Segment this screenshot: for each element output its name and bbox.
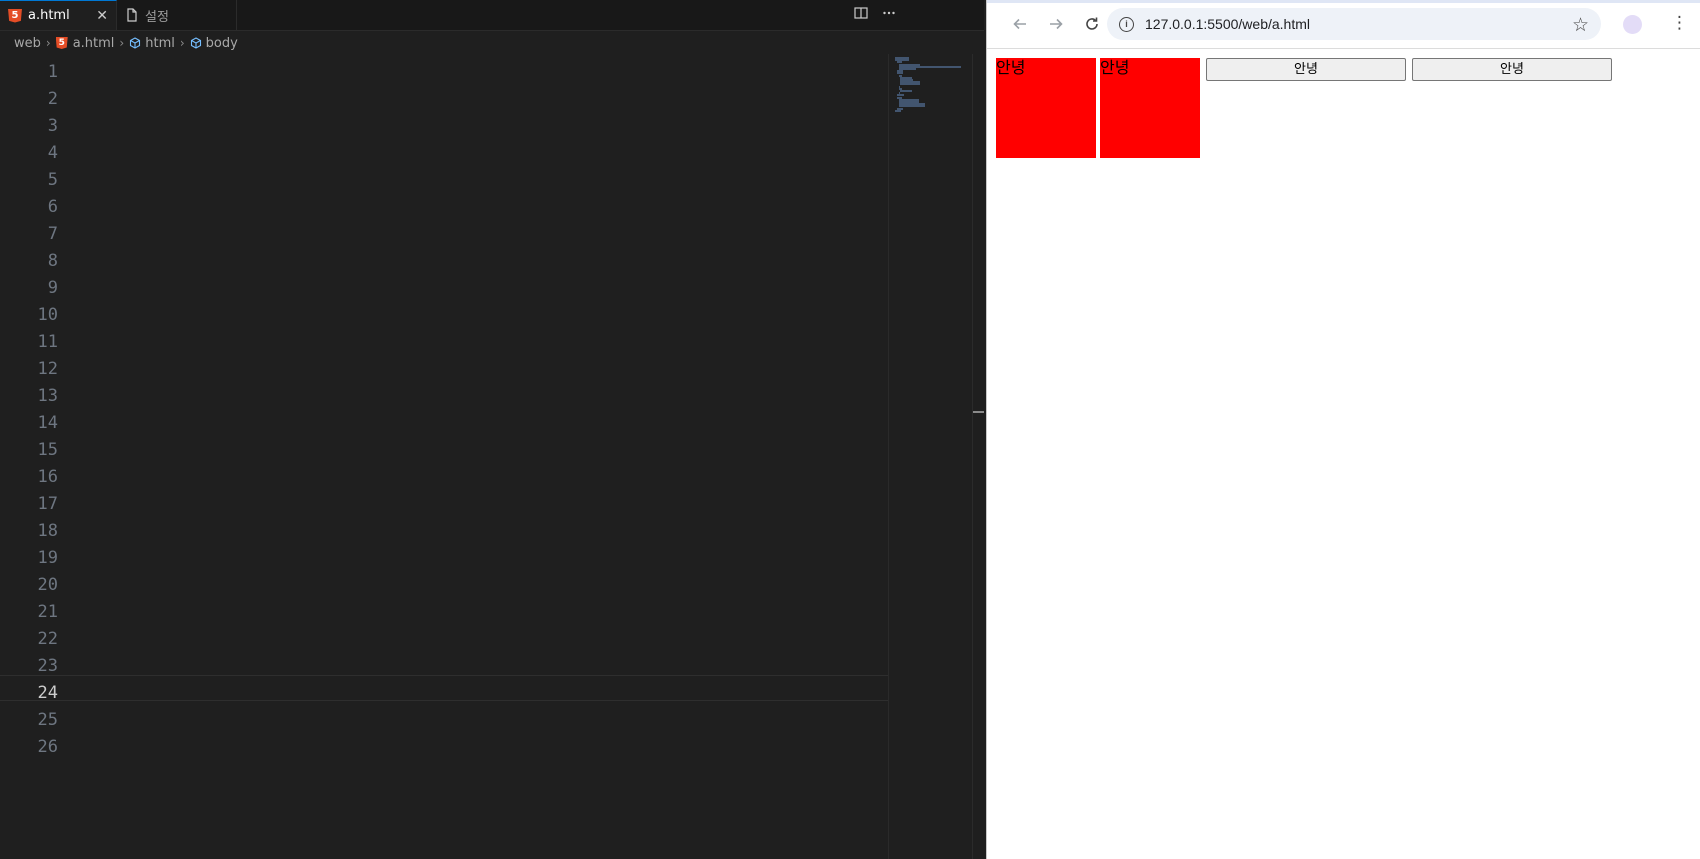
minimap[interactable] [888,54,973,859]
breadcrumb-item-web[interactable]: web [14,36,41,51]
more-actions-icon[interactable] [882,6,896,24]
chevron-right-icon: › [179,36,185,50]
profile-avatar-icon[interactable] [1623,15,1642,34]
page-button-2[interactable]: 안녕 [1412,58,1612,81]
breadcrumb-item-body[interactable]: body [190,36,238,51]
browser-toolbar: i 127.0.0.1:5500/web/a.html ☆ ⋮ [987,0,1700,49]
line-number: 1 [47,62,58,82]
html5-file-icon: 5 [8,8,22,23]
line-number: 16 [37,467,58,487]
line-number: 25 [37,710,58,730]
line-number: 21 [37,602,58,622]
line-number: 3 [47,116,58,136]
chevron-right-icon: › [119,36,125,50]
page-viewport: 안녕 안녕 안녕 안녕 [987,49,1700,859]
close-tab-icon[interactable]: ✕ [96,8,108,24]
line-number: 26 [37,737,58,757]
line-number: 2 [47,89,58,109]
line-number: 8 [47,251,58,271]
file-icon [125,8,139,22]
line-number: 23 [37,656,58,676]
minimap-line [900,90,913,92]
vertical-scrollbar[interactable] [972,54,984,859]
back-arrow-icon[interactable] [1009,13,1031,35]
html5-file-icon: 5 [55,37,68,49]
browser-window: i 127.0.0.1:5500/web/a.html ☆ ⋮ 안녕 안녕 안녕… [986,0,1700,859]
tab-settings[interactable]: 설정 [117,0,237,30]
line-number: 17 [37,494,58,514]
breadcrumb-item-html[interactable]: html [129,36,175,51]
line-number: 5 [47,170,58,190]
red-div-1: 안녕 [996,58,1096,158]
line-number: 18 [37,521,58,541]
element-cube-icon [190,37,202,49]
address-bar[interactable]: i 127.0.0.1:5500/web/a.html ☆ [1107,8,1601,40]
line-number: 6 [47,197,58,217]
tab-strip-edge [987,0,1700,3]
element-cube-icon [129,37,141,49]
line-number: 4 [47,143,58,163]
browser-menu-icon[interactable]: ⋮ [1671,13,1688,33]
line-number: 15 [37,440,58,460]
bookmark-star-icon[interactable]: ☆ [1572,14,1589,36]
tab-label: 설정 [145,9,169,25]
code-editor[interactable]: 5 a.html ✕ 설정 web › 5 a.html › html › bo… [0,0,984,859]
minimap-line [900,83,921,86]
line-number: 13 [37,386,58,406]
line-number: 11 [37,332,58,352]
scrollbar-cursor-marker [973,411,984,413]
line-number: 7 [47,224,58,244]
reload-icon[interactable] [1081,13,1103,35]
current-line-highlight [0,675,888,701]
red-div-2: 안녕 [1100,58,1200,158]
breadcrumb-item-file[interactable]: 5 a.html [55,36,114,51]
url-text[interactable]: 127.0.0.1:5500/web/a.html [1145,16,1310,32]
tab-a-html[interactable]: 5 a.html ✕ [0,0,117,30]
line-number: 19 [37,548,58,568]
line-number: 9 [47,278,58,298]
split-editor-icon[interactable] [854,6,868,24]
line-number: 14 [37,413,58,433]
chevron-right-icon: › [45,36,51,50]
editor-tab-bar: 5 a.html ✕ 설정 [0,0,984,31]
line-number: 20 [37,575,58,595]
tab-label: a.html [28,8,70,23]
line-number: 24 [37,683,58,703]
editor-actions [854,6,896,24]
line-number: 12 [37,359,58,379]
page-button-1[interactable]: 안녕 [1206,58,1406,81]
site-info-icon[interactable]: i [1119,17,1134,32]
line-number: 22 [37,629,58,649]
forward-arrow-icon[interactable] [1045,13,1067,35]
line-number: 10 [37,305,58,325]
minimap-line [895,109,902,112]
breadcrumb: web › 5 a.html › html › body [0,31,984,55]
